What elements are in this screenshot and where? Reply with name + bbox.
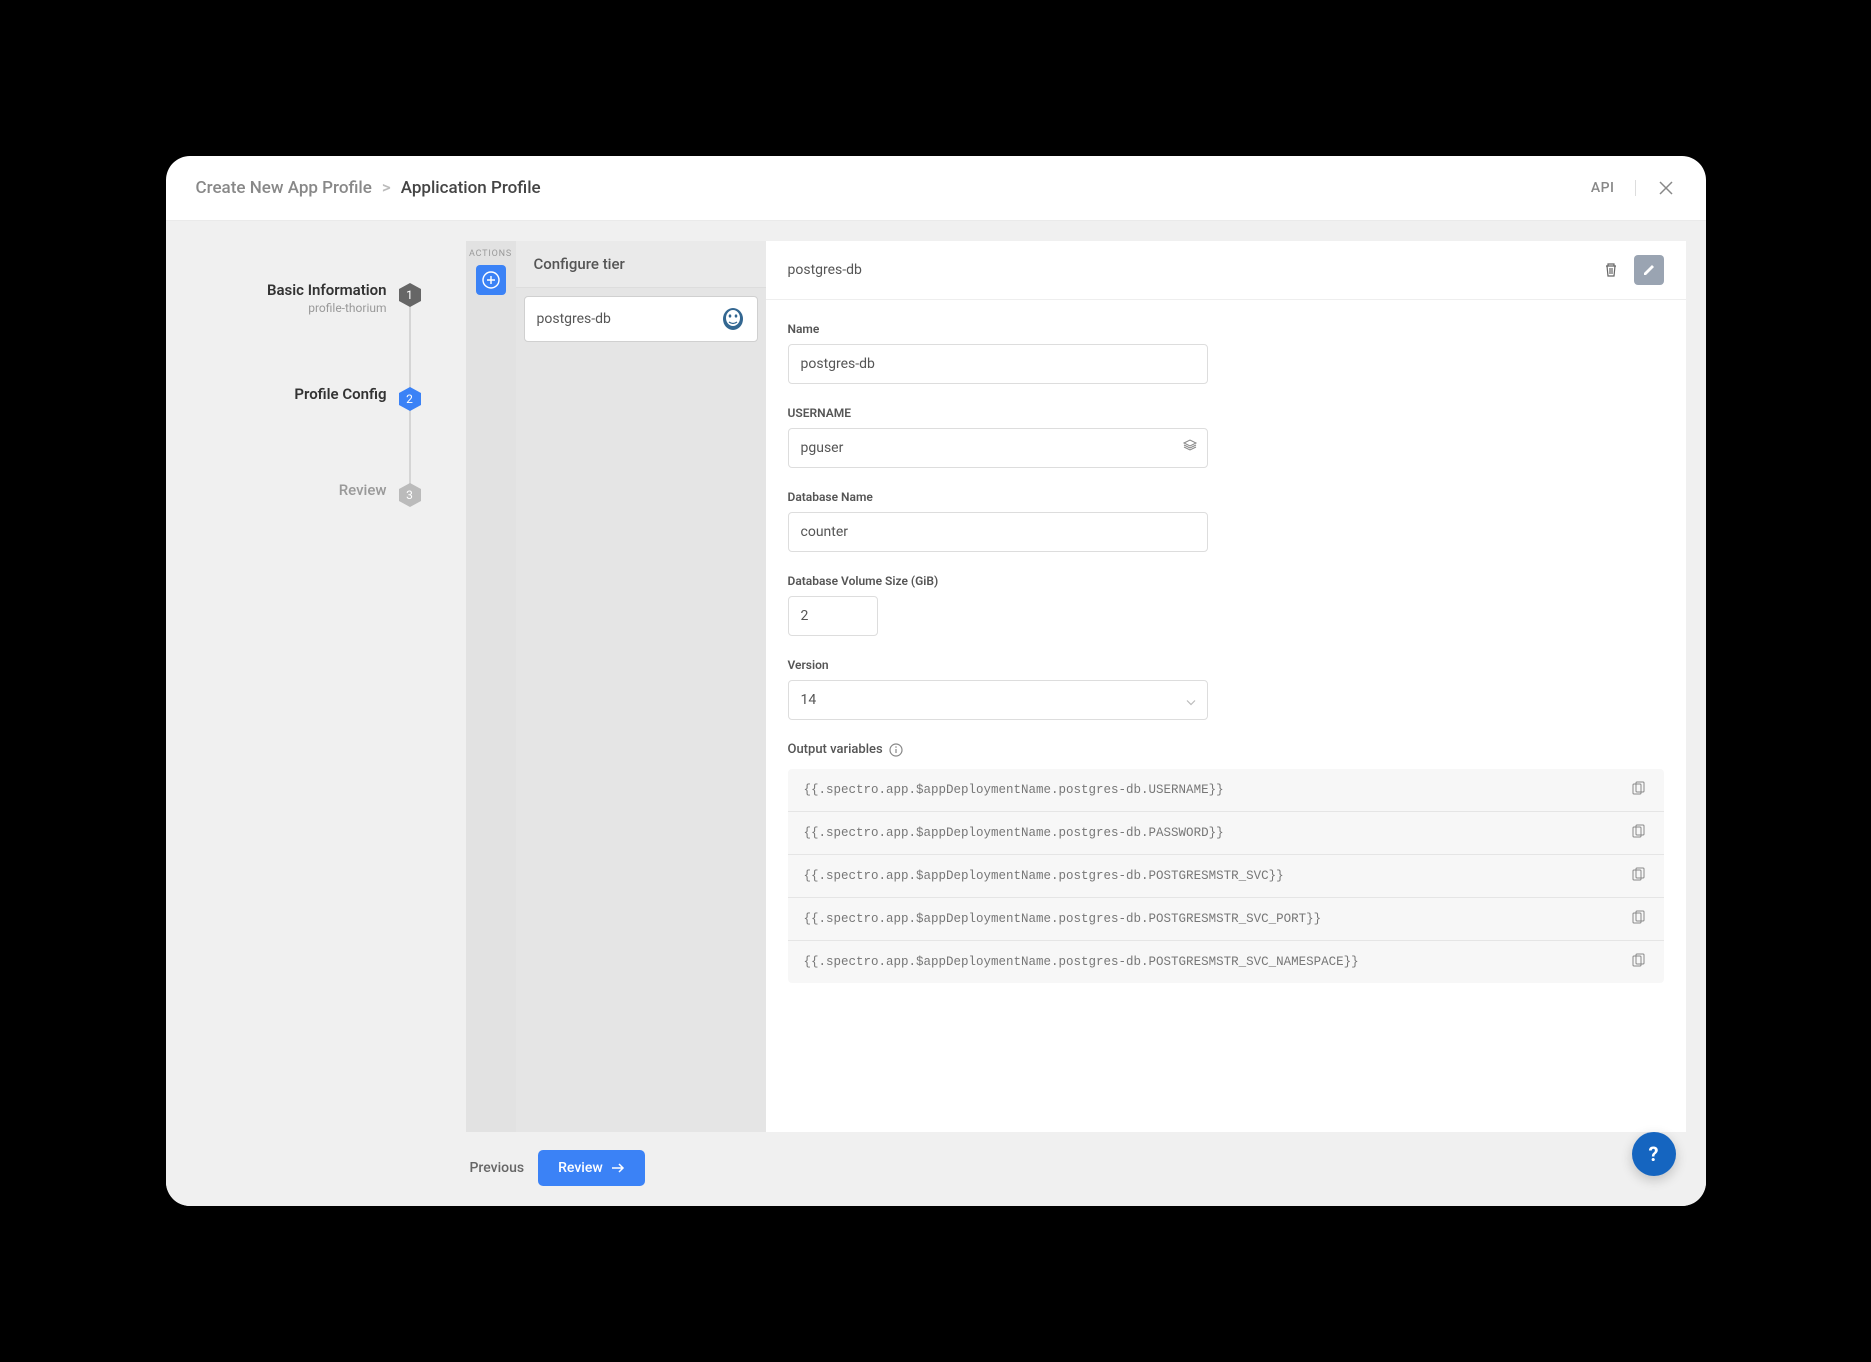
copy-icon [1630, 781, 1646, 797]
copy-icon [1630, 867, 1646, 883]
field-database-name: Database Name [788, 490, 1208, 552]
name-input[interactable] [788, 344, 1208, 384]
copy-icon [1630, 910, 1646, 926]
step-badge: 2 [399, 387, 421, 411]
version-select[interactable] [788, 680, 1208, 720]
step-basic-information[interactable]: Basic Information profile-thorium 1 [166, 281, 426, 315]
config-actions [1596, 255, 1664, 285]
output-var-text: {{.spectro.app.$appDeploymentName.postgr… [804, 955, 1359, 969]
breadcrumb-sep: > [382, 178, 391, 198]
step-badge: 1 [399, 283, 421, 307]
field-label: USERNAME [788, 406, 1208, 420]
close-icon [1658, 180, 1674, 196]
field-name: Name [788, 322, 1208, 384]
delete-tier-button[interactable] [1596, 255, 1626, 285]
sidebar: Basic Information profile-thorium 1 Prof… [166, 221, 426, 1206]
api-link[interactable]: API [1591, 180, 1636, 196]
tier-item-name: postgres-db [537, 311, 611, 327]
output-item: {{.spectro.app.$appDeploymentName.postgr… [788, 941, 1664, 983]
copy-icon [1630, 953, 1646, 969]
tier-panel-title: Configure tier [516, 241, 766, 288]
copy-button[interactable] [1630, 824, 1648, 842]
field-label: Database Name [788, 490, 1208, 504]
field-username: USERNAME [788, 406, 1208, 468]
field-version: Version [788, 658, 1208, 720]
arrow-right-icon [611, 1163, 625, 1173]
output-var-text: {{.spectro.app.$appDeploymentName.postgr… [804, 869, 1284, 883]
output-item: {{.spectro.app.$appDeploymentName.postgr… [788, 769, 1664, 812]
output-var-text: {{.spectro.app.$appDeploymentName.postgr… [804, 783, 1224, 797]
help-button[interactable]: ? [1632, 1132, 1676, 1176]
copy-button[interactable] [1630, 781, 1648, 799]
step-title: Review [339, 481, 387, 499]
help-icon: ? [1649, 1142, 1659, 1166]
output-var-text: {{.spectro.app.$appDeploymentName.postgr… [804, 826, 1224, 840]
volume-size-input[interactable] [788, 596, 878, 636]
breadcrumb-current: Application Profile [401, 178, 541, 198]
field-volume-size: Database Volume Size (GiB) [788, 574, 878, 636]
edit-icon [1642, 263, 1656, 277]
breadcrumb-first[interactable]: Create New App Profile [196, 178, 372, 198]
config-body: Name USERNAME [766, 300, 1686, 1005]
secret-toggle-button[interactable] [1182, 438, 1198, 458]
body: Basic Information profile-thorium 1 Prof… [166, 221, 1706, 1206]
previous-button[interactable]: Previous [470, 1160, 525, 1176]
header: Create New App Profile > Application Pro… [166, 156, 1706, 221]
tier-item-postgres-db[interactable]: postgres-db [524, 296, 758, 342]
panel-row: ACTIONS Configure tier postgres-db [466, 241, 1686, 1132]
header-actions: API [1591, 178, 1676, 198]
copy-button[interactable] [1630, 910, 1648, 928]
config-header: postgres-db [766, 241, 1686, 300]
footer: Previous Review [466, 1150, 1686, 1186]
app-window: Create New App Profile > Application Pro… [166, 156, 1706, 1206]
output-list: {{.spectro.app.$appDeploymentName.postgr… [788, 769, 1664, 983]
add-tier-button[interactable] [476, 265, 506, 295]
config-title: postgres-db [788, 262, 862, 278]
plus-circle-icon [482, 271, 500, 289]
field-label: Name [788, 322, 1208, 336]
info-icon[interactable] [889, 743, 903, 757]
output-label: Output variables [788, 742, 1664, 757]
layers-icon [1182, 438, 1198, 454]
tier-panel: Configure tier postgres-db [516, 241, 766, 1132]
actions-label: ACTIONS [469, 249, 512, 259]
copy-icon [1630, 824, 1646, 840]
review-button[interactable]: Review [538, 1150, 645, 1186]
step-title: Basic Information [267, 281, 387, 299]
username-input[interactable] [788, 428, 1208, 468]
output-variables-section: Output variables {{.spectro.app.$appDepl… [788, 742, 1664, 983]
output-item: {{.spectro.app.$appDeploymentName.postgr… [788, 812, 1664, 855]
actions-column: ACTIONS [466, 241, 516, 1132]
trash-icon [1603, 262, 1619, 278]
field-label: Version [788, 658, 1208, 672]
step-badge: 3 [399, 483, 421, 507]
postgres-icon [721, 307, 745, 331]
output-item: {{.spectro.app.$appDeploymentName.postgr… [788, 855, 1664, 898]
output-var-text: {{.spectro.app.$appDeploymentName.postgr… [804, 912, 1322, 926]
config-panel: postgres-db Name [766, 241, 1686, 1132]
main: ACTIONS Configure tier postgres-db [426, 221, 1706, 1206]
step-subtitle: profile-thorium [267, 301, 387, 315]
database-name-input[interactable] [788, 512, 1208, 552]
field-label: Database Volume Size (GiB) [788, 574, 878, 588]
edit-tier-button[interactable] [1634, 255, 1664, 285]
breadcrumb: Create New App Profile > Application Pro… [196, 178, 541, 198]
step-review[interactable]: Review 3 [166, 481, 426, 507]
step-title: Profile Config [294, 385, 386, 403]
copy-button[interactable] [1630, 867, 1648, 885]
step-profile-config[interactable]: Profile Config 2 [166, 385, 426, 411]
tier-list: postgres-db [516, 288, 766, 1132]
copy-button[interactable] [1630, 953, 1648, 971]
close-button[interactable] [1656, 178, 1676, 198]
output-item: {{.spectro.app.$appDeploymentName.postgr… [788, 898, 1664, 941]
step-list: Basic Information profile-thorium 1 Prof… [166, 281, 426, 507]
